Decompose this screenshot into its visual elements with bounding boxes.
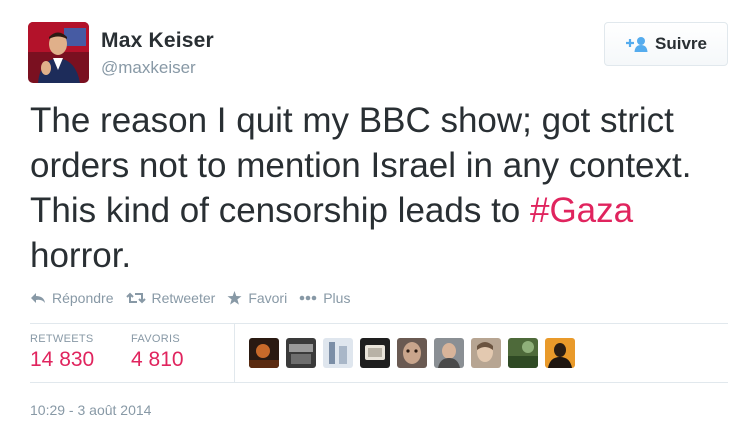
divider-top [30,323,728,324]
favorite-action[interactable]: Favori [227,290,287,306]
add-user-icon [625,36,649,52]
tweet-text-tail: horror. [30,236,132,275]
favoriter-avatar[interactable] [508,338,538,368]
retweet-action[interactable]: Retweeter [125,290,216,306]
more-action[interactable]: Plus [299,290,350,306]
favoriter-avatar[interactable] [545,338,575,368]
favoriter-avatar[interactable] [249,338,279,368]
reply-action[interactable]: Répondre [30,290,114,306]
follow-button[interactable]: Suivre [604,22,728,66]
retweet-icon [125,292,146,304]
favorites-count: 4 810 [131,348,184,371]
favoriter-avatar[interactable] [397,338,427,368]
favoriters-avatars [249,338,575,368]
retweets-label: RETWEETS [30,333,94,345]
favorites-label: FAVORIS [131,333,180,345]
author-name[interactable]: Max Keiser [101,29,214,53]
more-label: Plus [323,290,351,306]
hashtag-symbol: # [529,191,550,230]
favoriter-avatar[interactable] [434,338,464,368]
stats-divider [234,323,235,382]
tweet-text: The reason I quit my BBC show; got stric… [30,98,735,278]
favoriter-avatar[interactable] [323,338,353,368]
hashtag-link[interactable]: #Gaza [530,191,633,230]
tweet-actions: Répondre Retweeter Favori Plus [30,290,362,306]
reply-icon [30,292,46,304]
hashtag-word: Gaza [549,191,634,230]
tweet-timestamp[interactable]: 10:29 - 3 août 2014 [30,402,151,418]
more-dots-icon [299,295,317,301]
author-avatar[interactable] [28,22,89,83]
author-handle[interactable]: @maxkeiser [101,58,196,78]
follow-button-label: Suivre [655,34,707,53]
star-icon [227,291,242,305]
favorite-label: Favori [248,290,288,306]
favoriter-avatar[interactable] [360,338,390,368]
divider-bottom [30,382,728,383]
favoriter-avatar[interactable] [471,338,501,368]
reply-label: Répondre [52,290,114,306]
retweet-label: Retweeter [151,290,216,306]
retweets-count: 14 830 [30,348,95,371]
favoriter-avatar[interactable] [286,338,316,368]
